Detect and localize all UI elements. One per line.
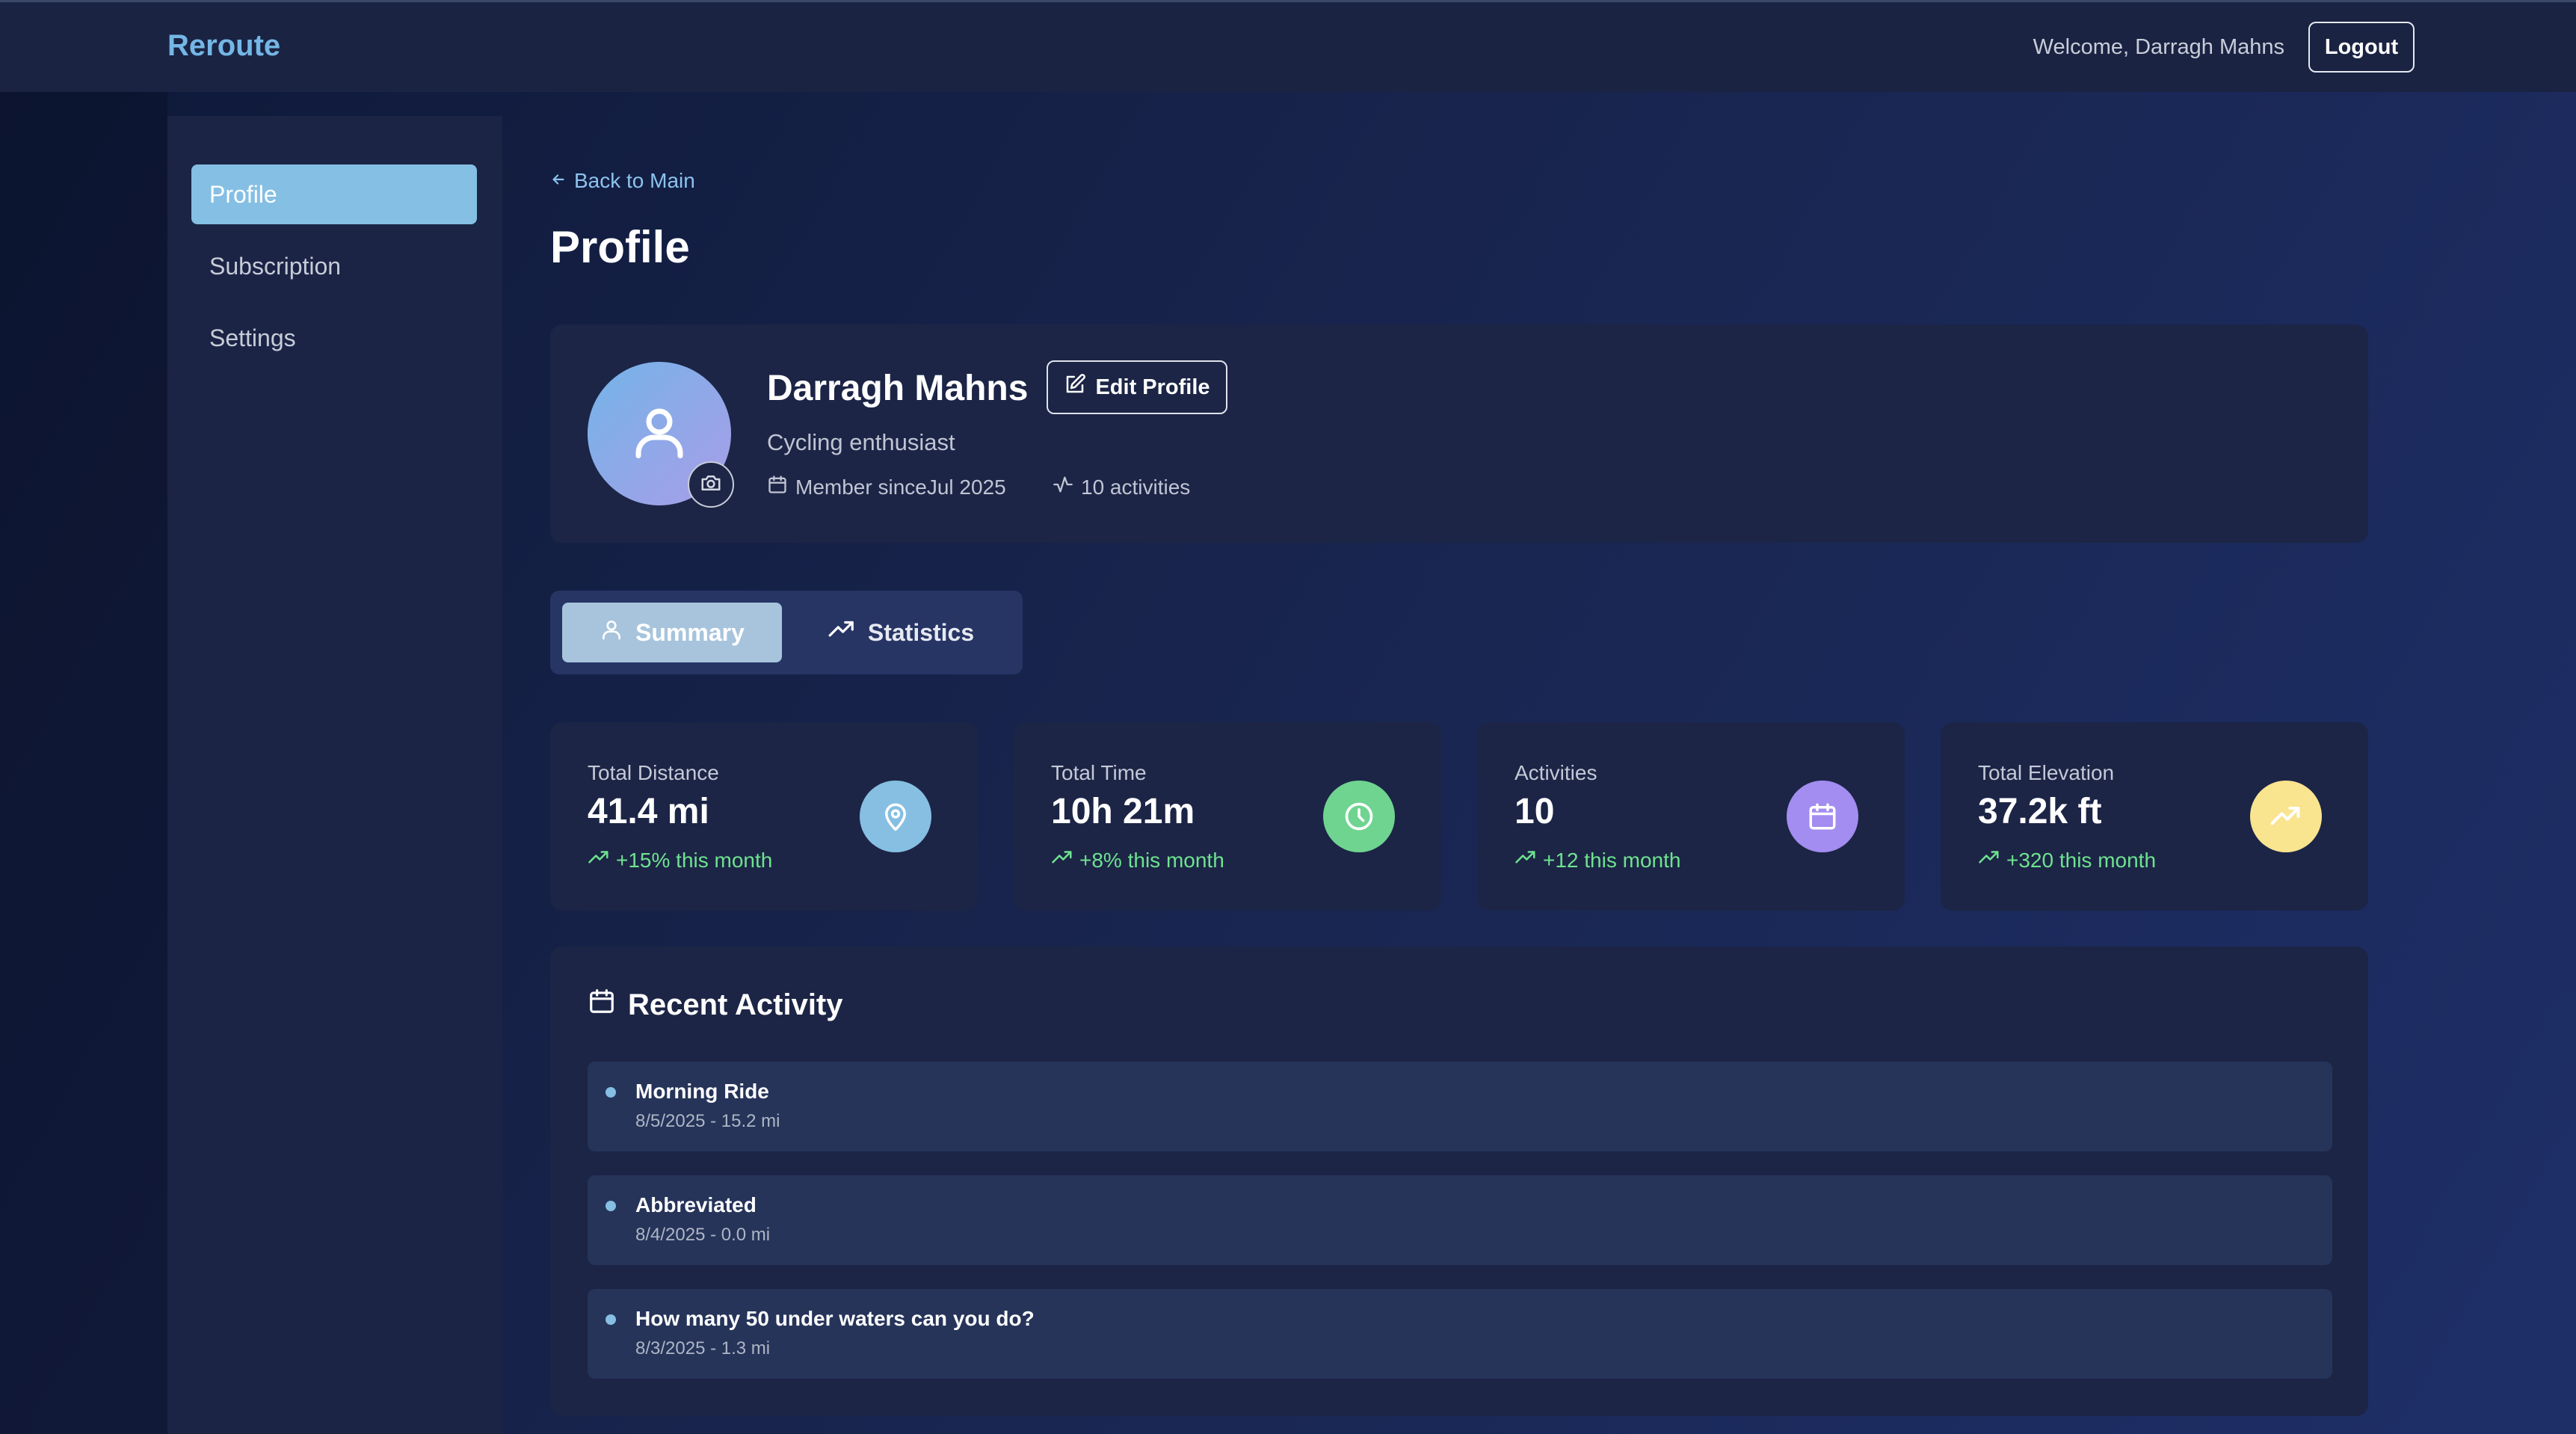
activity-name: Morning Ride [635, 1080, 769, 1103]
activity-icon [1053, 474, 1073, 500]
tab-statistics-label: Statistics [867, 618, 975, 646]
sidebar-item-label: Subscription [209, 252, 342, 280]
activities-count: 10 activities [1053, 474, 1190, 500]
activity-name: How many 50 under waters can you do? [635, 1307, 1035, 1330]
stat-label: Total Time [1051, 761, 1147, 784]
stat-trend-text: +12 this month [1543, 848, 1681, 872]
user-icon [600, 618, 623, 647]
activity-dot [606, 1087, 616, 1098]
sidebar-item-subscription[interactable]: Subscription [191, 236, 477, 296]
back-link-label: Back to Main [574, 169, 695, 192]
brand-logo[interactable]: Reroute [167, 29, 280, 63]
sidebar-item-label: Profile [209, 180, 277, 208]
tab-summary[interactable]: Summary [562, 603, 782, 662]
member-since: Member sinceJul 2025 [767, 474, 1006, 500]
stat-label: Activities [1515, 761, 1597, 784]
stat-card-total-distance: Total Distance 41.4 mi +15% this month [550, 722, 978, 911]
edit-icon [1064, 373, 1086, 401]
stat-card-activities: Activities 10 +12 this month [1477, 722, 1905, 911]
trending-up-icon [1051, 846, 1073, 874]
arrow-left-icon [550, 169, 567, 193]
page-title: Profile [550, 222, 690, 272]
edit-profile-button[interactable]: Edit Profile [1047, 360, 1227, 414]
stat-label: Total Elevation [1978, 761, 2115, 784]
sidebar-item-label: Settings [209, 324, 296, 351]
stat-trend: +320 this month [1978, 846, 2156, 874]
activity-dot [606, 1201, 616, 1211]
profile-name: Darragh Mahns [767, 369, 1029, 408]
top-bar: Reroute Welcome, Darragh Mahns Logout [0, 0, 2576, 92]
change-photo-button[interactable] [688, 461, 734, 508]
stat-trend: +8% this month [1051, 846, 1224, 874]
trending-up-icon [1515, 846, 1537, 874]
map-pin-icon [860, 781, 931, 852]
recent-activity-title: Recent Activity [628, 988, 843, 1021]
activity-details: 8/3/2025 - 1.3 mi [635, 1338, 771, 1358]
tab-statistics[interactable]: Statistics [791, 603, 1011, 662]
sidebar-item-profile[interactable]: Profile [191, 164, 477, 224]
stat-trend: +15% this month [588, 846, 772, 874]
list-item[interactable]: How many 50 under waters can you do? 8/3… [588, 1289, 2332, 1379]
activity-dot [606, 1314, 616, 1325]
profile-card: Darragh Mahns Edit Profile Cycling enthu… [550, 324, 2368, 543]
list-item[interactable]: Abbreviated 8/4/2025 - 0.0 mi [588, 1175, 2332, 1265]
calendar-icon [588, 987, 616, 1023]
sidebar: Profile Subscription Settings [167, 116, 502, 1434]
trending-up-icon [828, 615, 856, 650]
activity-details: 8/4/2025 - 0.0 mi [635, 1225, 771, 1245]
calendar-icon [767, 474, 788, 500]
activities-count-text: 10 activities [1081, 475, 1191, 499]
calendar-icon [1787, 781, 1858, 852]
sidebar-item-settings[interactable]: Settings [191, 308, 477, 368]
recent-activity-card: Recent Activity Morning Ride 8/5/2025 - … [550, 947, 2368, 1416]
stat-value: 37.2k ft [1978, 792, 2102, 831]
trending-up-icon [588, 846, 610, 874]
stat-trend-text: +8% this month [1079, 848, 1224, 872]
list-item[interactable]: Morning Ride 8/5/2025 - 15.2 mi [588, 1062, 2332, 1151]
activity-name: Abbreviated [635, 1193, 757, 1216]
stat-trend: +12 this month [1515, 846, 1680, 874]
recent-activity-header: Recent Activity [588, 987, 843, 1023]
profile-bio: Cycling enthusiast [767, 429, 955, 455]
background-strip [0, 92, 167, 1434]
stat-value: 10h 21m [1051, 792, 1195, 831]
tab-bar: Summary Statistics [550, 591, 1023, 674]
tab-summary-label: Summary [635, 618, 745, 646]
stat-trend-text: +15% this month [616, 848, 773, 872]
logout-button[interactable]: Logout [2308, 22, 2415, 73]
stat-card-total-time: Total Time 10h 21m +8% this month [1014, 722, 1441, 911]
stat-card-total-elevation: Total Elevation 37.2k ft +320 this month [1941, 722, 2368, 911]
stat-label: Total Distance [588, 761, 719, 784]
back-to-main-link[interactable]: Back to Main [550, 169, 695, 193]
activity-details: 8/5/2025 - 15.2 mi [635, 1111, 780, 1131]
trending-up-icon [1978, 846, 2000, 874]
stat-trend-text: +320 this month [2006, 848, 2157, 872]
clock-icon [1323, 781, 1395, 852]
member-since-text: Member sinceJul 2025 [795, 475, 1006, 499]
user-icon [628, 401, 691, 467]
trending-up-icon [2250, 781, 2322, 852]
stat-value: 41.4 mi [588, 792, 709, 831]
edit-profile-label: Edit Profile [1095, 375, 1210, 399]
camera-icon [700, 472, 722, 498]
welcome-text: Welcome, Darragh Mahns [2033, 35, 2284, 59]
stat-value: 10 [1515, 792, 1555, 831]
